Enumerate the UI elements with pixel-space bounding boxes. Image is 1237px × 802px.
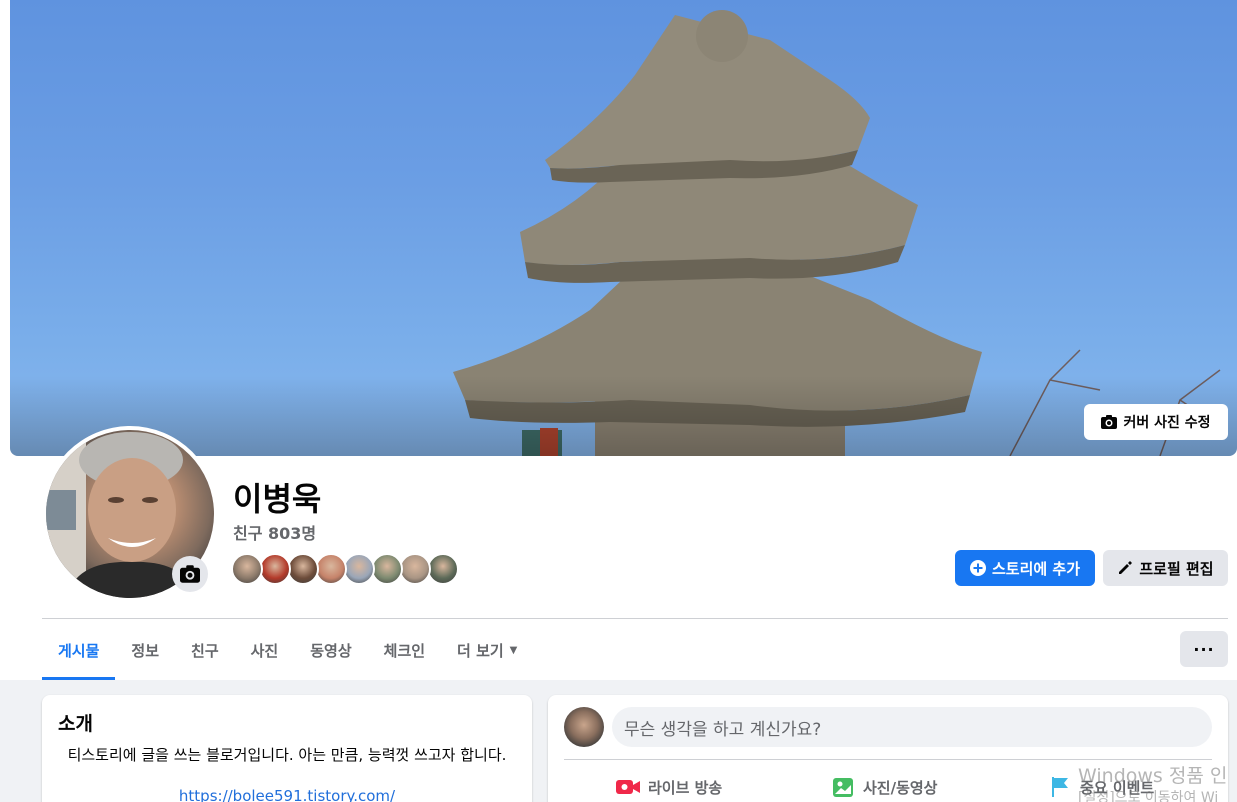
live-video-icon: [616, 780, 640, 794]
tab-friends[interactable]: 친구: [175, 620, 235, 680]
tab-label: 체크인: [383, 641, 426, 660]
profile-tabs: 게시물 정보 친구 사진 동영상 체크인 더 보기 ▼: [42, 620, 533, 680]
profile-name: 이병욱: [233, 480, 322, 518]
friend-avatar[interactable]: [399, 553, 431, 585]
flag-icon: [1052, 777, 1068, 797]
header-divider: [42, 618, 1228, 619]
friend-avatar[interactable]: [287, 553, 319, 585]
friend-avatar[interactable]: [231, 553, 263, 585]
tab-label: 동영상: [310, 641, 352, 660]
tab-videos[interactable]: 동영상: [294, 620, 367, 680]
photo-icon: [833, 778, 853, 797]
add-story-label: 스토리에 추가: [991, 559, 1081, 578]
composer-input[interactable]: 무슨 생각을 하고 계신가요?: [612, 707, 1212, 747]
windows-activation-watermark-sub: [설정]으로 이동하여 Wi: [1078, 790, 1219, 802]
composer-divider: [564, 759, 1212, 760]
camera-icon: [180, 565, 200, 583]
tab-label: 사진: [250, 641, 279, 660]
tab-label: 더 보기: [457, 641, 504, 660]
add-story-button[interactable]: 스토리에 추가: [955, 550, 1095, 586]
update-profile-picture-button[interactable]: [172, 556, 208, 592]
tab-checkins[interactable]: 체크인: [368, 620, 441, 680]
intro-website-link[interactable]: https://bolee591.tistory.com/: [58, 787, 516, 802]
cover-gradient: [10, 376, 1237, 456]
tab-label: 정보: [131, 641, 160, 660]
plus-circle-icon: [969, 560, 986, 576]
intro-card: 소개 티스토리에 글을 쓰는 블로거입니다. 아는 만큼, 능력껏 쓰고자 합니…: [42, 695, 532, 802]
friend-avatar[interactable]: [259, 553, 291, 585]
friend-avatar[interactable]: [343, 553, 375, 585]
caret-down-icon: ▼: [509, 644, 518, 656]
friend-avatar[interactable]: [371, 553, 403, 585]
edit-profile-label: 프로필 편집: [1139, 559, 1214, 578]
ellipsis-icon: ···: [1193, 639, 1215, 659]
more-options-button[interactable]: ···: [1180, 631, 1228, 667]
photo-video-button[interactable]: 사진/동영상: [831, 773, 937, 801]
friend-avatar[interactable]: [315, 553, 347, 585]
friend-avatar-list[interactable]: [231, 553, 459, 585]
intro-bio: 티스토리에 글을 쓰는 블로거입니다. 아는 만큼, 능력껏 쓰고자 합니다.: [67, 746, 507, 764]
friend-count[interactable]: 친구 803명: [233, 520, 316, 544]
edit-cover-photo-button[interactable]: 커버 사진 수정: [1084, 404, 1228, 440]
tab-about[interactable]: 정보: [115, 620, 175, 680]
tab-more[interactable]: 더 보기 ▼: [441, 620, 533, 680]
edit-profile-button[interactable]: 프로필 편집: [1103, 550, 1228, 586]
friend-avatar[interactable]: [427, 553, 459, 585]
intro-title: 소개: [58, 713, 93, 735]
camera-icon: [1101, 415, 1118, 429]
edit-cover-label: 커버 사진 수정: [1123, 415, 1211, 431]
tab-photos[interactable]: 사진: [235, 620, 295, 680]
tab-label: 친구: [191, 641, 219, 660]
composer-avatar[interactable]: [564, 707, 604, 747]
cover-photo[interactable]: [10, 0, 1237, 456]
photo-video-label: 사진/동영상: [863, 778, 938, 797]
live-video-label: 라이브 방송: [648, 778, 723, 797]
live-video-button[interactable]: 라이브 방송: [616, 773, 722, 801]
tab-label: 게시물: [58, 641, 100, 660]
tab-posts[interactable]: 게시물: [42, 620, 116, 680]
windows-activation-watermark: Windows 정품 인: [1078, 765, 1228, 787]
pencil-icon: [1119, 561, 1133, 574]
